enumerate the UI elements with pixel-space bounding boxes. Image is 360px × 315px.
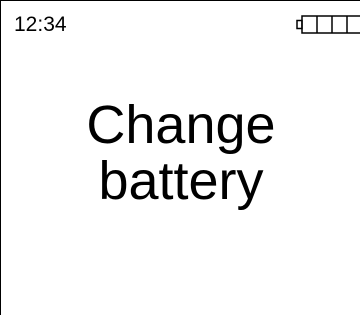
status-bar: 12:34: [1, 1, 360, 37]
battery-body: [301, 15, 360, 34]
message-line-1: Change: [86, 95, 276, 155]
clock-time: 12:34: [14, 13, 67, 36]
change-battery-message: Change battery: [1, 97, 360, 209]
battery-empty-icon: [296, 15, 360, 34]
message-line-2: battery: [98, 151, 264, 211]
device-screen: 12:34 Change battery: [0, 0, 360, 315]
